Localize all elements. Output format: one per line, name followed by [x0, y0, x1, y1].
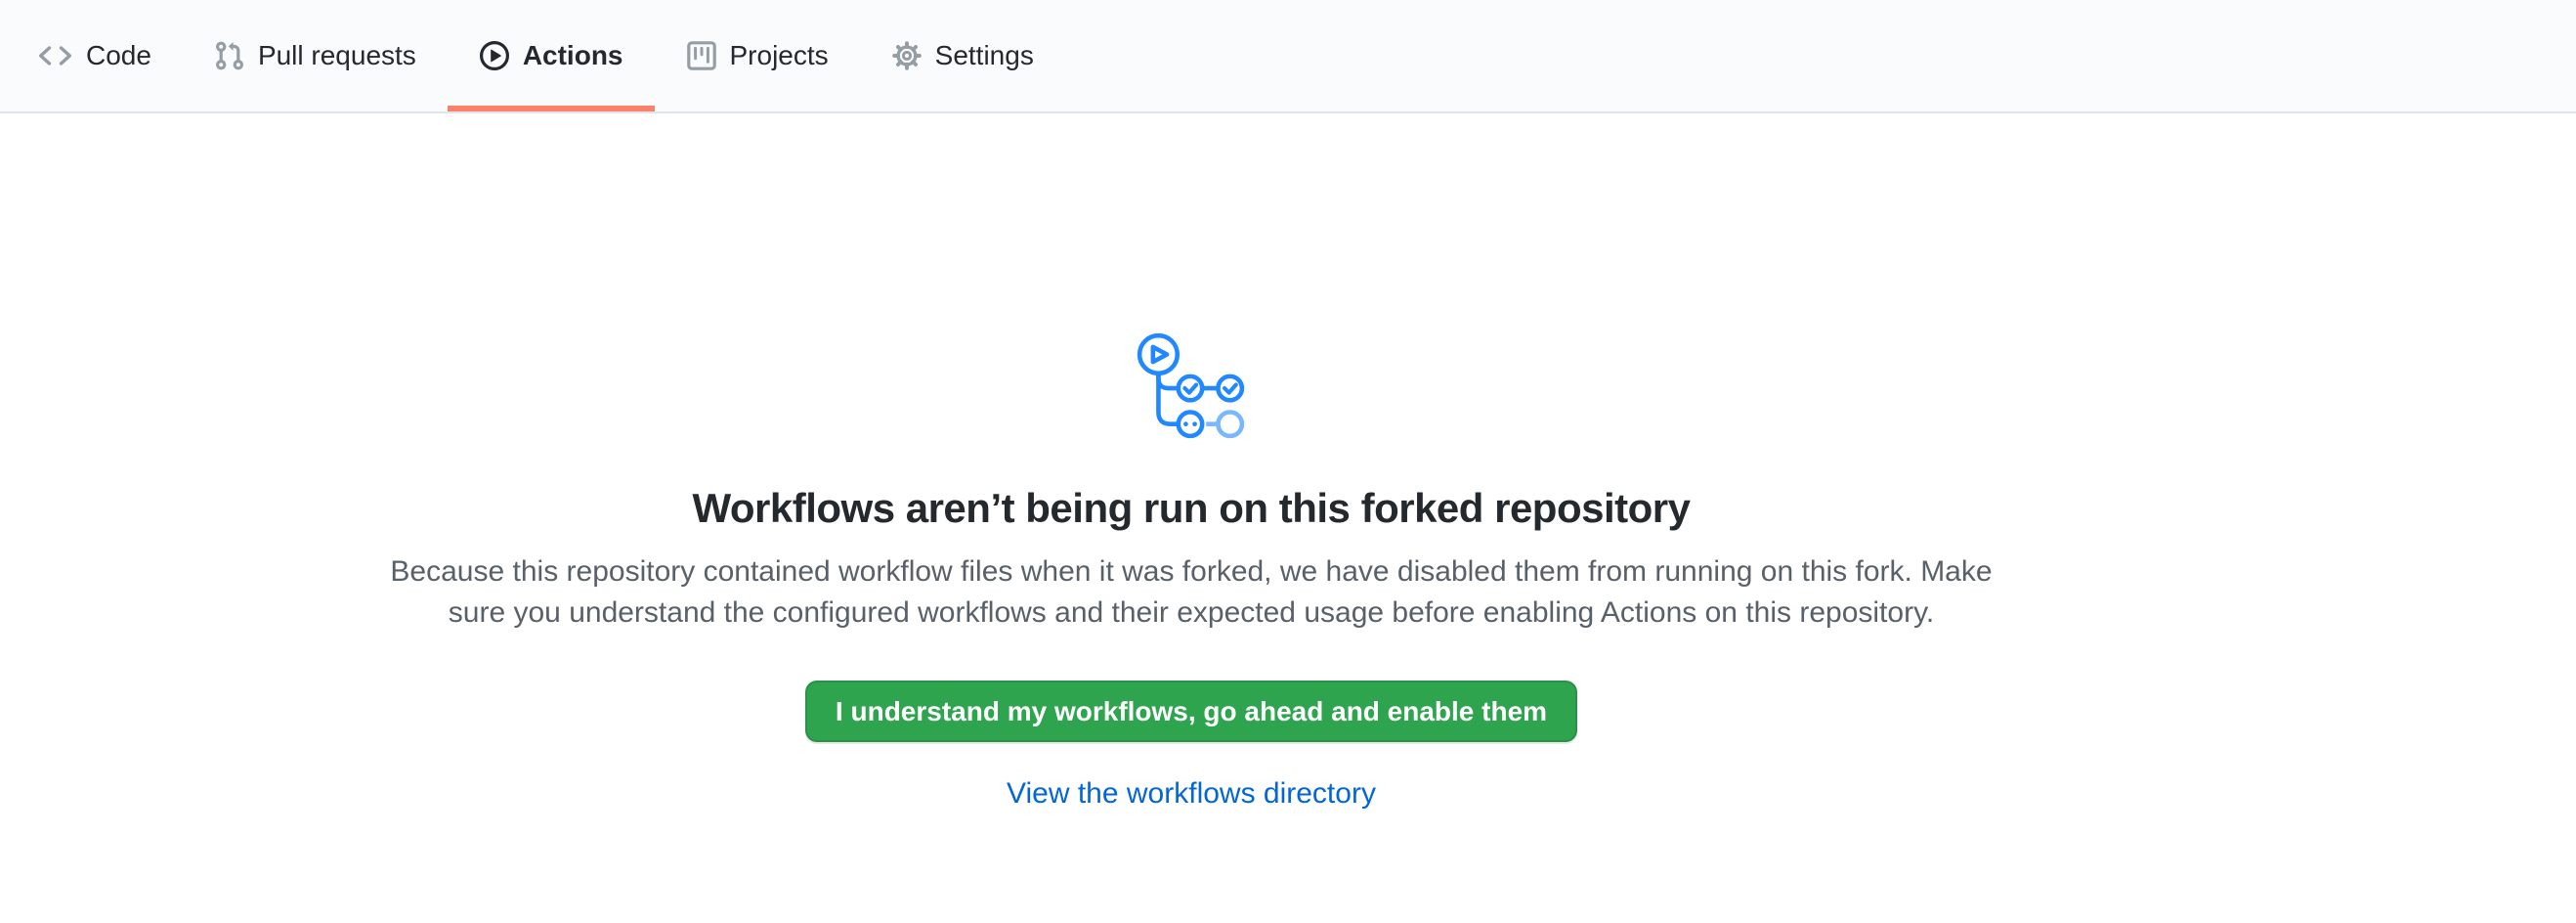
code-icon: [37, 41, 73, 70]
blankslate-description: Because this repository contained workfl…: [383, 551, 2000, 634]
gear-icon: [891, 40, 923, 71]
actions-blankslate: Workflows aren’t being run on this forke…: [0, 113, 2383, 811]
git-pull-request-icon: [214, 40, 245, 71]
tab-label: Settings: [935, 42, 1034, 69]
tab-settings[interactable]: Settings: [860, 0, 1065, 111]
play-icon: [479, 40, 510, 71]
project-icon: [686, 40, 717, 71]
workflow-graph-icon: [1134, 327, 1249, 442]
view-workflows-directory-link[interactable]: View the workflows directory: [1007, 777, 1376, 811]
tab-label: Pull requests: [258, 42, 416, 69]
repo-tab-bar: Code Pull requests Actions: [0, 0, 2576, 113]
tab-actions[interactable]: Actions: [448, 0, 655, 111]
blankslate-title: Workflows aren’t being run on this forke…: [692, 485, 1690, 532]
tab-label: Projects: [730, 42, 829, 69]
tab-label: Code: [86, 42, 151, 69]
active-tab-indicator: [448, 106, 655, 111]
tab-label: Actions: [523, 42, 623, 69]
tab-code[interactable]: Code: [6, 0, 183, 111]
tab-projects[interactable]: Projects: [655, 0, 860, 111]
enable-workflows-button[interactable]: I understand my workflows, go ahead and …: [805, 681, 1577, 742]
tab-pull-requests[interactable]: Pull requests: [183, 0, 448, 111]
